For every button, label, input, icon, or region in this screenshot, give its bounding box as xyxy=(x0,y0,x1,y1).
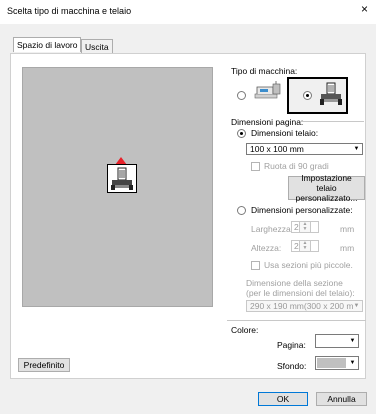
color-label: Colore: xyxy=(231,325,259,335)
height-unit: mm xyxy=(340,243,355,253)
small-sections-label: Usa sezioni più piccole. xyxy=(264,260,353,270)
window-title: Scelta tipo di macchina e telaio xyxy=(7,6,132,16)
page-color-swatch xyxy=(317,336,346,346)
hoop-size-label[interactable]: Dimensioni telaio: xyxy=(251,128,318,138)
cancel-button[interactable]: Annulla xyxy=(316,392,367,406)
width-label: Larghezza: xyxy=(251,224,294,234)
close-icon[interactable]: × xyxy=(361,3,368,15)
ok-button[interactable]: OK xyxy=(258,392,308,406)
width-unit: mm xyxy=(340,224,355,234)
small-sections-checkbox[interactable] xyxy=(251,261,260,270)
machine-radio-multi[interactable] xyxy=(303,91,312,100)
page-dimensions-label: Dimensioni pagina: xyxy=(231,117,304,127)
tab-workspace[interactable]: Spazio di lavoro xyxy=(13,37,82,52)
machine-preview-icon xyxy=(107,164,137,193)
background-color-select[interactable]: ▼ xyxy=(315,356,359,370)
machine-radio-single[interactable] xyxy=(237,91,246,100)
height-spinner[interactable]: ▲ ▼ xyxy=(299,240,311,252)
hoop-size-select[interactable]: 100 x 100 mm ▼ xyxy=(246,143,363,155)
divider xyxy=(227,320,366,321)
chevron-down-icon: ▼ xyxy=(349,360,356,366)
multi-needle-machine-icon xyxy=(318,82,344,108)
background-color-label: Sfondo: xyxy=(277,361,307,371)
section-size-value: 290 x 190 mm(300 x 200 m xyxy=(250,301,354,311)
section-size-label: Dimensione della sezione (per le dimensi… xyxy=(246,278,355,298)
custom-hoop-button[interactable]: Impostazione telaio personalizzato... xyxy=(288,173,365,203)
page-color-select[interactable]: ▼ xyxy=(315,334,359,348)
page-color-label: Pagina: xyxy=(277,340,306,350)
height-label: Altezza: xyxy=(251,243,282,253)
tab-output[interactable]: Uscita xyxy=(81,39,113,54)
hoop-size-value: 100 x 100 mm xyxy=(250,144,304,154)
background-color-swatch xyxy=(317,358,346,368)
section-size-select: 290 x 190 mm(300 x 200 m ▼ xyxy=(246,300,363,312)
rotate-checkbox[interactable] xyxy=(251,162,260,171)
embroidery-machine-icon xyxy=(253,81,283,101)
custom-size-label[interactable]: Dimensioni personalizzate: xyxy=(251,205,353,215)
custom-size-radio[interactable] xyxy=(237,206,246,215)
chevron-down-icon: ▼ xyxy=(353,303,360,309)
hoop-size-radio[interactable] xyxy=(237,129,246,138)
chevron-down-icon: ▼ xyxy=(349,338,356,344)
preview-area xyxy=(22,67,213,307)
divider xyxy=(300,121,364,122)
rotate-label: Ruota di 90 gradi xyxy=(264,161,329,171)
default-button[interactable]: Predefinito xyxy=(18,358,70,372)
machine-type-label: Tipo di macchina: xyxy=(231,66,298,76)
width-spinner[interactable]: ▲ ▼ xyxy=(299,221,311,233)
chevron-down-icon: ▼ xyxy=(353,146,360,152)
